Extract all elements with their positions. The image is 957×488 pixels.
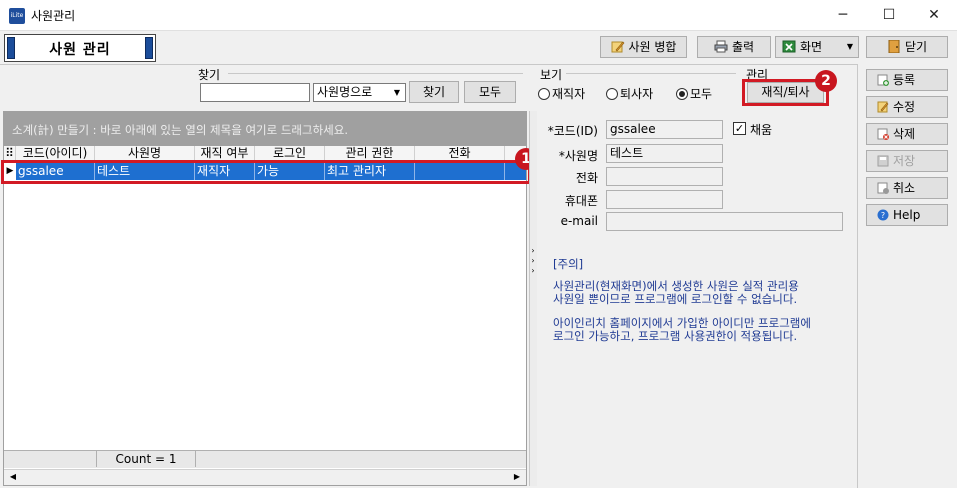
view-option-employed[interactable]: 재직자 [538, 85, 585, 102]
screen-label: 화면 [800, 40, 823, 54]
radio-icon [606, 88, 618, 100]
close-window-button[interactable]: ✕ [911, 0, 957, 31]
name-field[interactable]: 테스트 [606, 144, 723, 163]
scroll-right-icon[interactable]: ▶ [510, 470, 524, 484]
pencil-icon [877, 101, 889, 113]
title-bar [0, 0, 957, 31]
search-group-label: 찾기 [198, 68, 221, 82]
title-bar-right-accent [145, 37, 153, 59]
auto-fill-checkbox[interactable]: ✓ [733, 122, 746, 135]
search-mode-select[interactable]: 사원명으로 ▼ [313, 83, 406, 102]
screen-dropdown-button[interactable]: 화면 ▼ [775, 36, 859, 58]
view-option-all[interactable]: 모두 [676, 85, 712, 102]
show-all-button[interactable]: 모두 [464, 81, 516, 103]
email-field[interactable] [606, 212, 843, 231]
auto-fill-label: 채움 [750, 123, 773, 137]
splitter-arrow-icon[interactable]: › › › [529, 246, 537, 276]
cancel-icon [877, 182, 889, 194]
printer-icon [714, 40, 728, 53]
close-panel-label: 닫기 [904, 40, 928, 54]
phone-field[interactable] [606, 167, 723, 186]
step-marker-2: 2 [815, 70, 837, 92]
code-label: *코드(ID) [547, 124, 598, 138]
close-panel-button[interactable]: 닫기 [866, 36, 948, 58]
excel-icon [782, 40, 796, 53]
print-button[interactable]: 출력 [697, 36, 771, 58]
print-label: 출력 [731, 40, 755, 54]
maximize-button[interactable]: ☐ [866, 0, 912, 31]
view-group-line [566, 73, 736, 74]
delete-label: 삭제 [893, 127, 916, 141]
search-mode-value: 사원명으로 [317, 85, 373, 99]
page-title-panel: 사원 관리 [4, 34, 156, 62]
register-button[interactable]: 등록 [866, 69, 948, 91]
employment-status-button[interactable]: 재직/퇴사 [747, 82, 824, 103]
email-label: e-mail [560, 214, 598, 228]
group-by-panel[interactable]: 소계(計) 만들기 : 바로 아래에 있는 열의 제목을 여기로 드래그하세요. [4, 112, 526, 146]
mobile-field[interactable] [606, 190, 723, 209]
window-title: 사원관리 [31, 9, 76, 23]
view-option-employed-label: 재직자 [552, 87, 586, 101]
door-icon [888, 40, 900, 53]
merge-employee-label: 사원 병합 [628, 40, 677, 54]
cancel-button[interactable]: 취소 [866, 177, 948, 199]
code-field[interactable]: gssalee [606, 120, 723, 139]
save-button[interactable]: 저장 [866, 150, 948, 172]
help-label: Help [893, 208, 921, 222]
svg-text:?: ? [881, 211, 885, 220]
grid-footer [4, 450, 526, 468]
find-button[interactable]: 찾기 [409, 81, 459, 103]
delete-button[interactable]: 삭제 [866, 123, 948, 145]
add-icon [877, 74, 889, 86]
view-group-label: 보기 [540, 68, 563, 82]
notice-line-1: 사원관리(현재화면)에서 생성한 사원은 실적 관리용 [553, 279, 799, 293]
help-button[interactable]: ? Help [866, 204, 948, 226]
delete-icon [877, 128, 889, 140]
radio-icon [538, 88, 550, 100]
notice-line-2: 사원일 뿐이므로 프로그램에 로그인할 수 없습니다. [553, 292, 798, 306]
edit-button[interactable]: 수정 [866, 96, 948, 118]
splitter[interactable] [529, 111, 537, 486]
view-option-resigned[interactable]: 퇴사자 [606, 85, 653, 102]
edit-label: 수정 [893, 100, 916, 114]
pencil-icon [611, 41, 624, 53]
cancel-label: 취소 [893, 181, 916, 195]
phone-label: 전화 [575, 171, 598, 185]
toolbar-divider [0, 64, 857, 65]
help-icon: ? [877, 209, 889, 221]
scroll-left-icon[interactable]: ◀ [6, 470, 20, 484]
horizontal-scrollbar[interactable] [4, 469, 526, 485]
mobile-label: 휴대폰 [564, 194, 598, 208]
highlight-box-row [1, 160, 531, 184]
save-label: 저장 [893, 154, 916, 168]
view-option-all-label: 모두 [690, 87, 713, 101]
chevron-down-icon: ▼ [393, 88, 401, 97]
grid-footer-count: Count = 1 [96, 451, 196, 467]
notice-line-4: 로그인 가능하고, 프로그램 사용권한이 적용됩니다. [553, 329, 798, 343]
radio-selected-icon [676, 88, 688, 100]
register-label: 등록 [893, 73, 916, 87]
search-input[interactable] [200, 83, 310, 102]
save-icon [877, 155, 889, 167]
notice-line-3: 아이인리치 홈페이지에서 가입한 아이디만 프로그램에 [553, 316, 811, 330]
name-label: *사원명 [558, 149, 598, 163]
view-option-resigned-label: 퇴사자 [620, 87, 654, 101]
page-title: 사원 관리 [49, 42, 111, 58]
merge-employee-button[interactable]: 사원 병합 [600, 36, 687, 58]
chevron-down-icon: ▼ [846, 42, 853, 51]
search-group-line [228, 73, 523, 74]
notice-title: [주의] [553, 257, 584, 271]
minimize-button[interactable]: ─ [820, 0, 866, 31]
app-icon: iLite [9, 8, 25, 24]
side-divider [857, 64, 858, 488]
